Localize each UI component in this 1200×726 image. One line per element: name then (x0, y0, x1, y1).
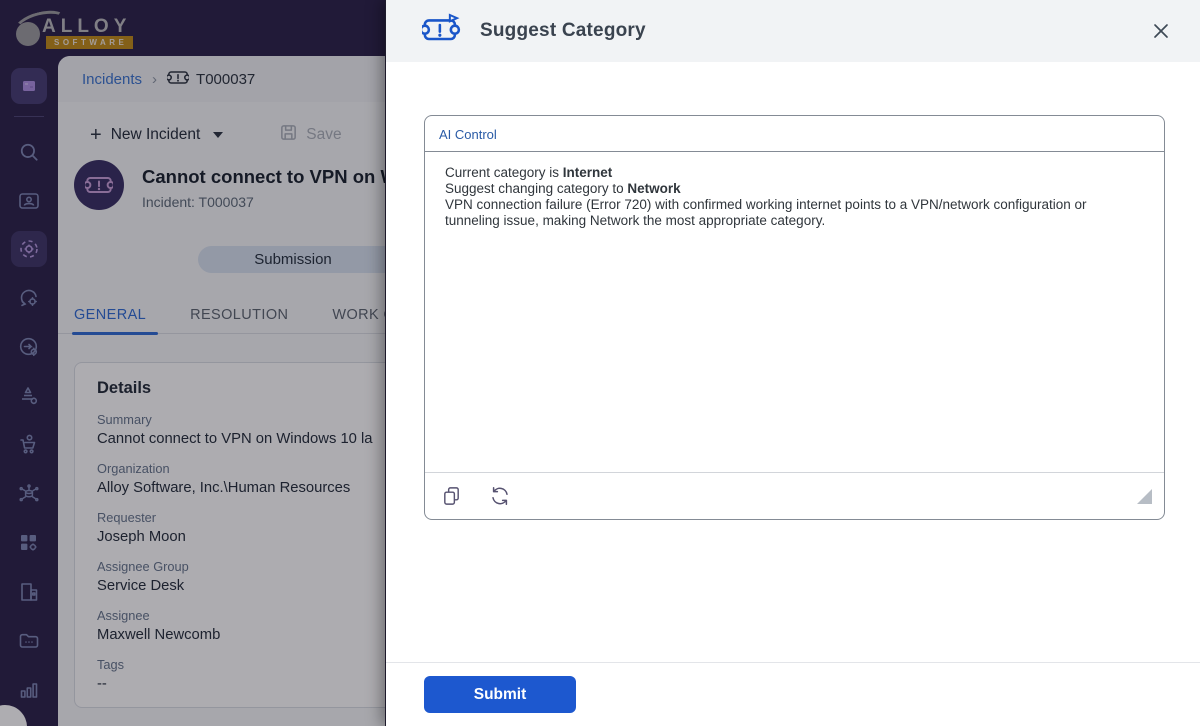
modal-title: Suggest Category (480, 20, 646, 41)
suggest-category-modal: Suggest Category AI Control Current cate… (385, 0, 1200, 726)
ai-actions-bar (425, 472, 1164, 519)
modal-header: Suggest Category (386, 0, 1200, 62)
regenerate-icon[interactable] (489, 485, 511, 507)
copy-icon[interactable] (440, 485, 462, 507)
ai-control-box: AI Control Current category is Internet S… (424, 115, 1165, 520)
ai-control-label: AI Control (425, 116, 1164, 152)
modal-footer: Submit (386, 662, 1200, 726)
close-icon[interactable] (1146, 16, 1176, 46)
resize-handle[interactable] (1137, 489, 1152, 504)
ai-suggestion-text: Current category is Internet Suggest chan… (445, 165, 1087, 228)
ticket-suggest-icon (419, 12, 462, 50)
screen: ALLOY SOFTWARE Incidents › T000037 + New… (0, 0, 1200, 726)
submit-button[interactable]: Submit (424, 676, 576, 713)
